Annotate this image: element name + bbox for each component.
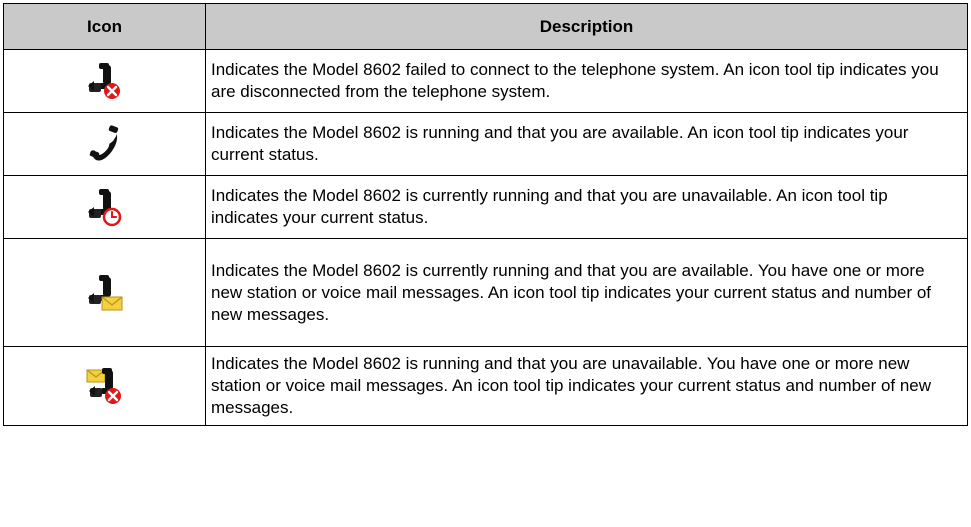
- table-header-row: Icon Description: [3, 3, 968, 50]
- header-icon: Icon: [3, 3, 206, 50]
- header-description: Description: [205, 3, 968, 50]
- table-row: Indicates the Model 8602 failed to conne…: [3, 49, 968, 113]
- icon-cell: [3, 175, 206, 239]
- phone-available-message-icon: [87, 274, 122, 310]
- table-row: Indicates the Model 8602 is currently ru…: [3, 175, 968, 239]
- row-description: Indicates the Model 8602 is currently ru…: [205, 175, 968, 239]
- row-description: Indicates the Model 8602 is currently ru…: [205, 238, 968, 347]
- row-description: Indicates the Model 8602 is running and …: [205, 346, 968, 426]
- row-description: Indicates the Model 8602 is running and …: [205, 112, 968, 176]
- table-row: Indicates the Model 8602 is currently ru…: [3, 238, 968, 347]
- row-description: Indicates the Model 8602 failed to conne…: [205, 49, 968, 113]
- phone-unavailable-message-icon: [86, 368, 121, 404]
- phone-disconnected-icon: [87, 63, 120, 99]
- phone-available-icon: [89, 125, 118, 161]
- icon-cell: [3, 112, 206, 176]
- icon-cell: [3, 346, 206, 426]
- icon-cell: [3, 238, 206, 347]
- phone-unavailable-clock-icon: [87, 189, 121, 227]
- status-icon-table: Icon Description Indicates the Model 860…: [3, 3, 968, 426]
- table-row: Indicates the Model 8602 is running and …: [3, 112, 968, 176]
- icon-cell: [3, 49, 206, 113]
- table-row: Indicates the Model 8602 is running and …: [3, 346, 968, 426]
